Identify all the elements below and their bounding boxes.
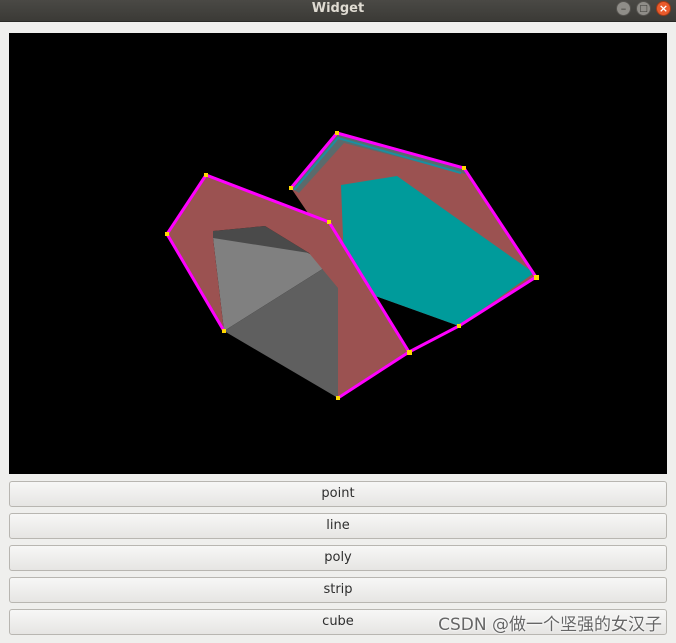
scene-svg: [165, 131, 539, 400]
vertex-point: [407, 350, 412, 355]
vertex-point: [457, 324, 461, 328]
close-icon[interactable]: ×: [656, 1, 671, 16]
vertex-point: [534, 275, 539, 280]
window-title: Widget: [311, 1, 365, 16]
vertex-point: [462, 166, 466, 170]
vertex-point: [222, 329, 226, 333]
vertex-point: [335, 131, 339, 135]
minimize-icon[interactable]: –: [616, 1, 631, 16]
point-button[interactable]: point: [9, 481, 667, 507]
opengl-viewport[interactable]: [9, 33, 667, 474]
vertex-point: [336, 396, 340, 400]
vertex-point: [327, 220, 331, 224]
vertex-point: [204, 173, 208, 177]
poly-button[interactable]: poly: [9, 545, 667, 571]
title-bar[interactable]: Widget – □ ×: [0, 0, 676, 22]
strip-button[interactable]: strip: [9, 577, 667, 603]
watermark: CSDN @做一个坚强的女汉子: [438, 615, 662, 635]
vertex-point: [289, 186, 293, 190]
maximize-icon[interactable]: □: [636, 1, 651, 16]
vertex-point: [165, 232, 169, 236]
line-button[interactable]: line: [9, 513, 667, 539]
app-window: Widget – □ × point line poly strip cube …: [0, 0, 676, 643]
